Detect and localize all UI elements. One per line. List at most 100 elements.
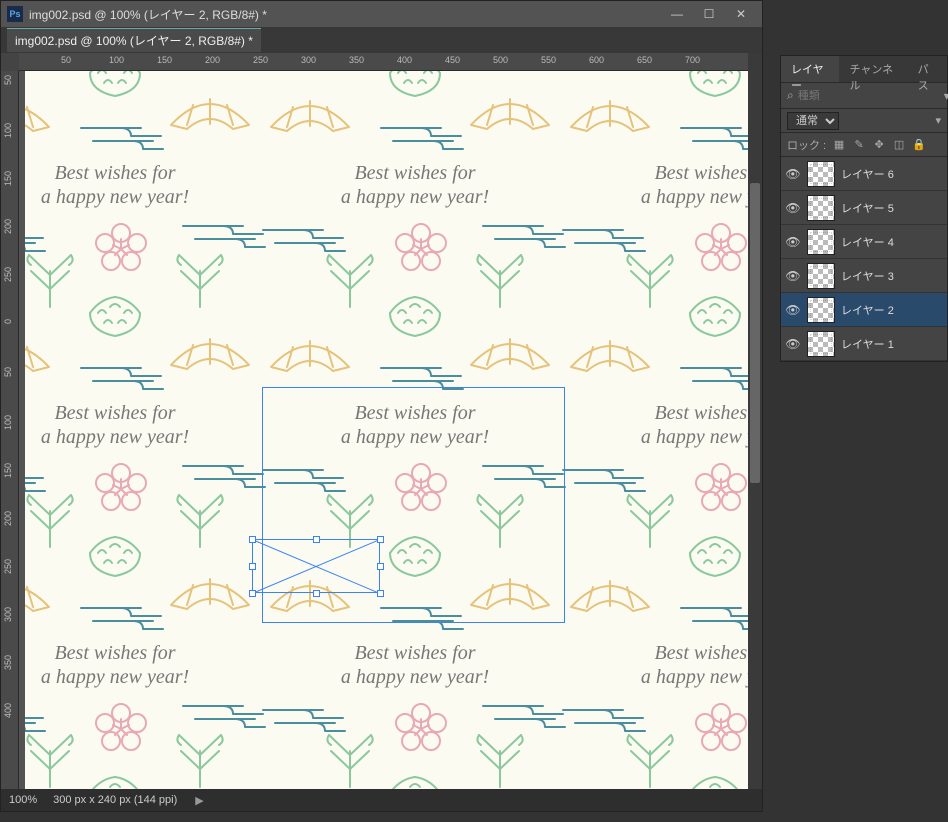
lock-all-icon[interactable]: 🔒: [912, 138, 926, 152]
cloud-icon: [73, 113, 183, 160]
visibility-eye-icon[interactable]: 👁: [785, 201, 801, 215]
pine-icon: [380, 531, 450, 584]
greeting-text: Best wishes fora happy new year!: [25, 401, 265, 449]
scrollbar-thumb[interactable]: [750, 183, 760, 483]
transform-handle[interactable]: [313, 590, 320, 597]
transform-handle[interactable]: [377, 536, 384, 543]
layer-filter-input[interactable]: [798, 90, 940, 102]
layer-name[interactable]: レイヤー 3: [841, 268, 894, 284]
transform-handle[interactable]: [249, 563, 256, 570]
ruler-tick: 50: [3, 75, 13, 85]
transform-handle[interactable]: [377, 590, 384, 597]
layer-name[interactable]: レイヤー 2: [841, 302, 894, 318]
lock-artboard-icon[interactable]: ◫: [892, 138, 906, 152]
tab-channels[interactable]: チャンネル: [839, 56, 907, 82]
greeting-text: Best wishes fora happy new year!: [265, 161, 565, 209]
window-title: img002.psd @ 100% (レイヤー 2, RGB/8#) *: [29, 6, 267, 23]
pattern-tile: Best wishes fora happy new year!: [265, 71, 565, 291]
pattern-tile: Best wishes fora happy new year!: [565, 531, 748, 771]
tab-paths[interactable]: パス: [908, 56, 947, 82]
ruler-vertical[interactable]: 50 100 150 200 250 0 50 100 150 200 250 …: [1, 71, 19, 789]
blendmode-select[interactable]: 通常: [787, 112, 839, 130]
window-titlebar[interactable]: Ps img002.psd @ 100% (レイヤー 2, RGB/8#) * …: [1, 1, 762, 27]
lock-transparency-icon[interactable]: ▦: [832, 138, 846, 152]
layer-row[interactable]: 👁 レイヤー 1: [781, 327, 947, 361]
layer-row[interactable]: 👁 レイヤー 6: [781, 157, 947, 191]
canvas-viewport[interactable]: Best wishes fora happy new year!Best wis…: [19, 71, 748, 789]
layer-thumbnail[interactable]: [807, 195, 835, 221]
doc-info[interactable]: 300 px x 240 px (144 ppi): [53, 794, 177, 806]
chevron-down-icon[interactable]: ▾: [944, 89, 948, 103]
chevron-right-icon[interactable]: ▶: [195, 794, 203, 807]
greeting-text: Best wishes fora happy new year!: [25, 161, 265, 209]
lock-brush-icon[interactable]: ✎: [852, 138, 866, 152]
fan-icon: [265, 573, 355, 616]
layer-thumbnail[interactable]: [807, 297, 835, 323]
minimize-button[interactable]: —: [662, 3, 692, 25]
greeting-text: Best wishes fora happy new year!: [565, 401, 748, 449]
visibility-eye-icon[interactable]: 👁: [785, 167, 801, 181]
pattern-tile: Best wishes fora happy new year!: [565, 771, 748, 789]
transform-handle[interactable]: [377, 563, 384, 570]
cloud-icon: [73, 593, 183, 640]
layer-name[interactable]: レイヤー 6: [841, 166, 894, 182]
layer-thumbnail[interactable]: [807, 331, 835, 357]
ruler-tick: 150: [3, 171, 13, 186]
transform-handle[interactable]: [249, 536, 256, 543]
layer-row[interactable]: 👁 レイヤー 2: [781, 293, 947, 327]
fan-icon: [25, 93, 55, 136]
layer-thumbnail[interactable]: [807, 161, 835, 187]
cloud-icon: [673, 113, 748, 160]
pine-icon: [80, 531, 150, 584]
ruler-tick: 400: [397, 55, 412, 65]
blendmode-row: 通常 ▾: [781, 108, 947, 132]
layer-thumbnail[interactable]: [807, 263, 835, 289]
pattern-tile: Best wishes fora happy new year!: [25, 291, 265, 531]
visibility-eye-icon[interactable]: 👁: [785, 337, 801, 351]
plum-icon: [93, 221, 149, 280]
greeting-text: Best wishes fora happy new year!: [265, 401, 565, 449]
chevron-down-icon[interactable]: ▾: [935, 114, 941, 127]
tab-layers[interactable]: レイヤー: [781, 56, 839, 82]
layer-name[interactable]: レイヤー 4: [841, 234, 894, 250]
visibility-eye-icon[interactable]: 👁: [785, 269, 801, 283]
status-bar: 100% 300 px x 240 px (144 ppi) ▶: [1, 789, 762, 811]
ruler-tick: 150: [3, 463, 13, 478]
layer-name[interactable]: レイヤー 1: [841, 336, 894, 352]
layer-thumbnail[interactable]: [807, 229, 835, 255]
layer-row[interactable]: 👁 レイヤー 4: [781, 225, 947, 259]
document-tab[interactable]: img002.psd @ 100% (レイヤー 2, RGB/8#) *: [7, 28, 261, 52]
cloud-icon: [73, 353, 183, 400]
ruler-tick: 50: [3, 367, 13, 377]
ruler-tick: 450: [445, 55, 460, 65]
ruler-horizontal[interactable]: 50 100 150 200 250 300 350 400 450 500 5…: [19, 53, 748, 71]
lock-move-icon[interactable]: ✥: [872, 138, 886, 152]
ruler-tick: 300: [3, 607, 13, 622]
pattern-tile: Best wishes fora happy new year!: [25, 71, 265, 291]
ruler-tick: 50: [61, 55, 71, 65]
scrollbar-vertical[interactable]: [748, 53, 762, 789]
canvas[interactable]: Best wishes fora happy new year!Best wis…: [25, 71, 748, 789]
ruler-tick: 100: [109, 55, 124, 65]
ruler-tick: 250: [253, 55, 268, 65]
layer-name[interactable]: レイヤー 5: [841, 200, 894, 216]
visibility-eye-icon[interactable]: 👁: [785, 303, 801, 317]
layer-row[interactable]: 👁 レイヤー 3: [781, 259, 947, 293]
pine-icon: [80, 771, 150, 789]
fan-icon: [565, 93, 655, 136]
close-button[interactable]: ✕: [726, 3, 756, 25]
ruler-tick: 350: [3, 655, 13, 670]
transform-handle[interactable]: [313, 536, 320, 543]
maximize-button[interactable]: ☐: [694, 3, 724, 25]
pine-icon: [680, 291, 748, 344]
fan-icon: [25, 573, 55, 616]
pattern-tile: Best wishes fora happy new year!: [25, 531, 265, 771]
ruler-tick: 500: [493, 55, 508, 65]
transform-handle[interactable]: [249, 590, 256, 597]
cloud-icon: [373, 353, 483, 400]
ruler-tick: 700: [685, 55, 700, 65]
visibility-eye-icon[interactable]: 👁: [785, 235, 801, 249]
zoom-level[interactable]: 100%: [9, 794, 37, 806]
layer-row[interactable]: 👁 レイヤー 5: [781, 191, 947, 225]
search-icon: ⌕: [787, 88, 794, 103]
